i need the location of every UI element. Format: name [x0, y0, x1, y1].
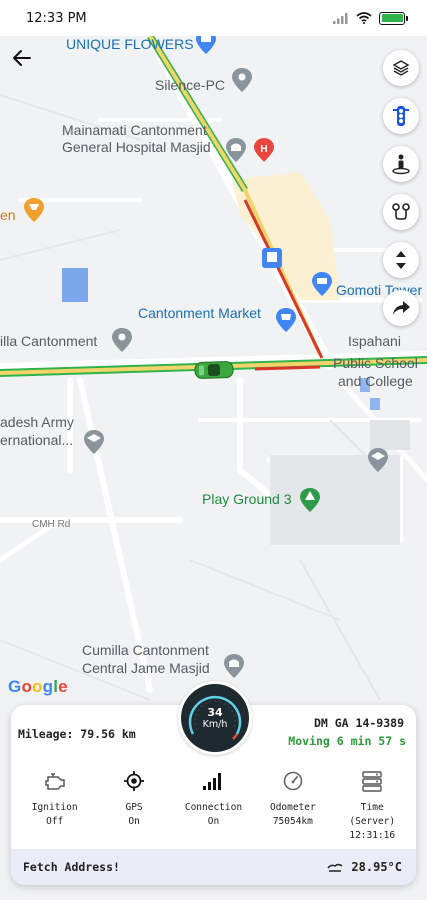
stat-connection[interactable]: Connection On: [174, 769, 252, 843]
vehicle-marker: [194, 361, 234, 379]
school-pin-icon[interactable]: [84, 430, 104, 454]
park-pin-icon[interactable]: [300, 488, 320, 512]
stat-gps-label: GPS: [125, 802, 143, 813]
share-route-button[interactable]: [383, 290, 419, 326]
route-icon: [392, 203, 410, 220]
arrow-left-icon: [13, 50, 31, 66]
engine-icon: [44, 773, 65, 790]
place-pin-icon[interactable]: [232, 68, 252, 92]
google-logo: Google: [8, 677, 68, 696]
route-horizontal-red: [254, 365, 321, 371]
server-icon: [362, 771, 382, 792]
street-view-button[interactable]: [383, 146, 419, 182]
poi-jame-masjid-line2[interactable]: Central Jame Masjid: [82, 660, 210, 676]
poi-silence-pc[interactable]: Silence-PC: [155, 77, 225, 93]
speed-unit: Km/h: [202, 718, 228, 730]
back-button[interactable]: [10, 46, 34, 70]
layers-icon: [392, 60, 410, 76]
wifi-icon: [356, 12, 372, 24]
cantonment-pin-icon[interactable]: [112, 328, 132, 352]
food-pin-icon[interactable]: [24, 198, 44, 222]
stat-odometer-value: 75054km: [272, 816, 313, 827]
stat-gps-value: On: [128, 816, 140, 827]
stat-time-sublabel: (Server): [349, 816, 396, 827]
weather-icon: [327, 863, 343, 872]
poi-ispahani-line1[interactable]: Ispahani: [348, 333, 401, 349]
fetch-address-button[interactable]: Fetch Address!: [23, 860, 120, 874]
battery-icon: [379, 11, 408, 25]
gauge-icon: [283, 771, 303, 791]
stat-server-time[interactable]: Time (Server) 12:31:16: [333, 769, 411, 843]
speedometer: 34 Km/h: [178, 681, 252, 755]
poi-en[interactable]: en: [0, 207, 16, 223]
stat-gps[interactable]: GPS On: [95, 769, 173, 843]
stat-time-label: Time: [360, 802, 384, 813]
market-pin-icon[interactable]: [276, 308, 296, 332]
traffic-button[interactable]: [383, 98, 419, 134]
temperature-value: 28.95°C: [351, 860, 402, 874]
poi-cantonment-market[interactable]: Cantonment Market: [138, 305, 261, 321]
poi-cumilla-cantonment[interactable]: illa Cantonment: [0, 333, 97, 349]
poi-hospital-line2[interactable]: General Hospital Masjid: [62, 139, 211, 155]
signal-strength-icon: [333, 13, 348, 24]
expand-button[interactable]: [383, 242, 419, 278]
stat-time-value: 12:31:16: [349, 830, 396, 841]
status-time: 12:33 PM: [26, 10, 87, 26]
shop-pin-icon[interactable]: [196, 36, 216, 54]
stat-connection-label: Connection: [184, 802, 243, 813]
vehicle-plate: DM GA 14-9389: [313, 716, 404, 730]
mosque-pin-icon[interactable]: [226, 138, 246, 162]
stats-row: Ignition Off GPS On Connection On Odomet…: [11, 769, 416, 843]
poi-unique-flowers[interactable]: UNIQUE FLOWERS: [66, 36, 194, 52]
status-bar: 12:33 PM: [0, 0, 427, 36]
stat-ignition-value: Off: [46, 816, 64, 827]
poi-hospital-line1[interactable]: Mainamati Cantonment: [62, 122, 207, 138]
gps-icon: [124, 771, 145, 791]
poi-play-ground[interactable]: Play Ground 3: [202, 491, 292, 507]
card-footer: Fetch Address! 28.95°C: [11, 849, 416, 885]
street-view-icon: [392, 154, 410, 175]
poi-army-line1[interactable]: adesh Army: [0, 414, 74, 430]
poi-ispahani-line2[interactable]: Public School: [333, 355, 418, 371]
hospital-pin-icon[interactable]: H: [254, 138, 274, 162]
speedometer-dial: 34 Km/h: [181, 684, 249, 752]
traffic-light-icon: [393, 106, 409, 126]
road-cmh-rd: CMH Rd: [32, 519, 71, 530]
layers-button[interactable]: [383, 50, 419, 86]
poi-jame-masjid-line1[interactable]: Cumilla Cantonment: [82, 642, 209, 658]
stat-odometer[interactable]: Odometer 75054km: [254, 769, 332, 843]
stat-ignition[interactable]: Ignition Off: [16, 769, 94, 843]
svg-text:H: H: [260, 144, 267, 155]
stat-ignition-label: Ignition: [31, 802, 78, 813]
share-arrow-icon: [393, 301, 410, 315]
speed-value: 34: [207, 705, 223, 719]
water-body: [62, 268, 88, 302]
mileage-text: Mileage: 79.56 km: [18, 727, 136, 741]
college-pin-icon[interactable]: [368, 448, 388, 472]
expand-vertical-icon: [396, 251, 406, 269]
bus-stop-icon[interactable]: [262, 248, 282, 272]
route-button[interactable]: [383, 194, 419, 230]
jame-masjid-pin-icon[interactable]: [224, 654, 244, 678]
stat-odometer-label: Odometer: [269, 802, 316, 813]
moving-status: Moving 6 min 57 s: [288, 734, 406, 748]
signal-icon: [203, 773, 222, 790]
poi-ispahani-line3[interactable]: and College: [338, 373, 413, 389]
stat-connection-value: On: [207, 816, 220, 827]
tower-pin-icon[interactable]: [312, 272, 332, 296]
poi-army-line2[interactable]: ernational...: [0, 432, 73, 448]
status-icons: [333, 11, 408, 25]
temperature: 28.95°C: [327, 860, 402, 874]
